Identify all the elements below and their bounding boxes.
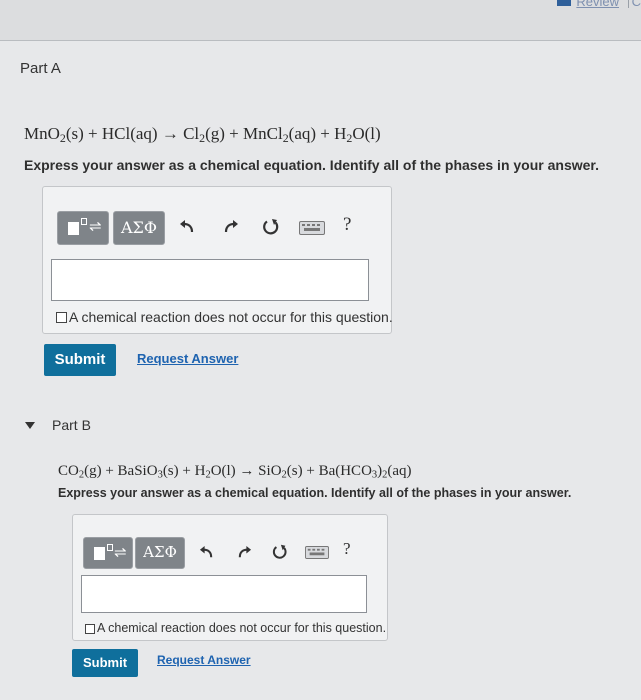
help-icon[interactable]: ? (343, 214, 351, 236)
eq-text: O(l) → SiO (210, 463, 282, 479)
template-superscript-icon (107, 544, 113, 551)
eq-text: (aq) + H (288, 124, 347, 143)
part-b-title[interactable]: Part B (52, 417, 91, 433)
equilibrium-arrows-icon: ⇌ (114, 544, 127, 561)
redo-icon[interactable] (223, 219, 239, 235)
redo-icon[interactable] (237, 545, 252, 560)
greek-label: ΑΣΦ (143, 543, 177, 561)
eq-text: (g) + BaSiO (84, 463, 158, 479)
eq-text: (s) + Ba(HCO (286, 463, 372, 479)
eq-text: (s) + H (162, 463, 206, 479)
template-icon (94, 547, 105, 560)
eq-text: MnO (24, 124, 60, 143)
part-b-no-reaction-checkbox[interactable] (85, 624, 95, 634)
part-b-equation: CO2(g) + BaSiO3(s) + H2O(l) → SiO2(s) + … (58, 463, 412, 481)
top-strip (0, 0, 641, 40)
reset-icon[interactable] (271, 543, 289, 561)
part-a-request-answer-link[interactable]: Request Answer (137, 351, 238, 366)
collapse-caret-icon[interactable] (25, 422, 35, 429)
header-divider (0, 40, 641, 41)
part-a-instruction: Express your answer as a chemical equati… (24, 157, 599, 173)
part-a-no-reaction-checkbox[interactable] (56, 312, 67, 323)
eq-text: (g) + MnCl (205, 124, 283, 143)
review-marker (557, 0, 571, 6)
greek-symbols-button[interactable]: ΑΣΦ (135, 537, 185, 569)
undo-icon[interactable] (199, 545, 214, 560)
equilibrium-arrows-icon: ⇌ (89, 218, 102, 235)
greek-label: ΑΣΦ (121, 218, 157, 237)
keyboard-icon[interactable] (299, 221, 325, 235)
part-b-instruction: Express your answer as a chemical equati… (58, 486, 572, 500)
template-button[interactable]: ⇌ (83, 537, 133, 569)
part-b-answer-box: ⇌ ΑΣΦ ? A chemical reaction does not occ… (72, 514, 388, 641)
review-link[interactable]: Review (576, 0, 619, 9)
keyboard-icon[interactable] (305, 546, 329, 559)
eq-text: O(l) (352, 124, 381, 143)
part-a-answer-input[interactable] (51, 259, 369, 301)
help-icon[interactable]: ? (343, 539, 351, 559)
greek-symbols-button[interactable]: ΑΣΦ (113, 211, 165, 245)
reset-icon[interactable] (261, 217, 281, 237)
part-a-submit-button[interactable]: Submit (44, 344, 116, 376)
part-b-request-answer-link[interactable]: Request Answer (157, 653, 251, 667)
eq-text: CO (58, 463, 79, 479)
eq-text: (s) + HCl(aq) → Cl (65, 124, 200, 143)
part-a-title: Part A (20, 60, 61, 77)
template-superscript-icon (81, 218, 87, 225)
part-a-answer-box: ⇌ ΑΣΦ ? A chemical reaction does not occ… (42, 186, 393, 334)
undo-icon[interactable] (179, 219, 195, 235)
part-a-no-reaction-label: A chemical reaction does not occur for t… (69, 309, 393, 325)
template-button[interactable]: ⇌ (57, 211, 109, 245)
header-separator (628, 0, 629, 8)
part-b-submit-button[interactable]: Submit (72, 649, 138, 677)
template-icon (68, 222, 79, 235)
part-a-equation: MnO2(s) + HCl(aq) → Cl2(g) + MnCl2(aq) +… (24, 124, 381, 146)
header-fragment[interactable]: C (632, 0, 641, 9)
part-b-no-reaction-label: A chemical reaction does not occur for t… (97, 621, 387, 635)
eq-text: (aq) (387, 463, 412, 479)
part-b-answer-input[interactable] (81, 575, 367, 613)
